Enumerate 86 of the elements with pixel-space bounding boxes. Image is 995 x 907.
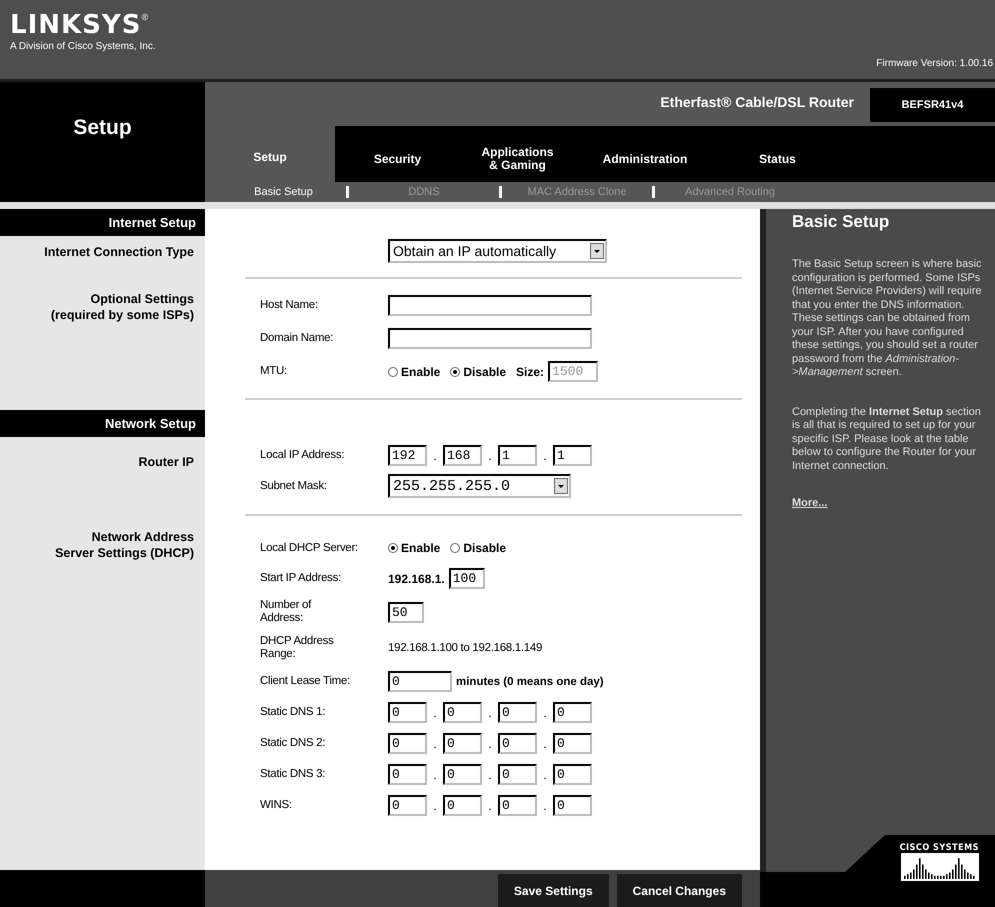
- octet-input[interactable]: 192: [388, 445, 427, 466]
- octet-input[interactable]: 0: [388, 733, 427, 754]
- radio-option[interactable]: Disable: [450, 364, 506, 378]
- radio-option[interactable]: Enable: [388, 541, 440, 555]
- octet-separator: .: [487, 798, 493, 812]
- octet-input[interactable]: 0: [498, 795, 537, 816]
- brand-logo: LINKSYS: [10, 12, 142, 38]
- octet-input[interactable]: 0: [498, 733, 537, 754]
- field-label: DHCP Address Range:: [260, 635, 335, 661]
- group-label: Optional Settings (required by some ISPs): [50, 291, 195, 323]
- model-label: BEFSR41v4: [870, 88, 995, 122]
- field-label: Start IP Address:: [260, 572, 342, 585]
- octet-input[interactable]: 0: [498, 764, 537, 785]
- dropdown[interactable]: Obtain an IP automatically: [388, 239, 607, 263]
- octet-separator: .: [432, 798, 438, 812]
- field-label: Subnet Mask:: [260, 480, 328, 492]
- octet-input[interactable]: 0: [553, 764, 592, 785]
- octet-separator: .: [487, 448, 493, 462]
- octet-input[interactable]: 0: [443, 733, 482, 754]
- field-label: Local DHCP Server:: [260, 542, 359, 554]
- octet-separator: .: [432, 736, 438, 750]
- page-title: Setup: [73, 116, 132, 141]
- bridge-bars-icon: [901, 853, 979, 881]
- octet-input[interactable]: 0: [498, 702, 537, 723]
- octet-separator: .: [487, 736, 493, 750]
- octet-input[interactable]: 0: [443, 764, 482, 785]
- octet-separator: .: [542, 706, 548, 720]
- octet-separator: .: [487, 768, 493, 782]
- registered-mark: ®: [141, 12, 148, 22]
- help-text: Completing the Internet Setup section is all that is required to set up for your specific ISP. Please look at the table below to configure the Router for your Internet connection.: [792, 406, 982, 473]
- text-input[interactable]: [388, 295, 592, 316]
- field-label: Client Lease Time:: [260, 675, 351, 688]
- address-range: 192.168.1.100 to 192.168.1.149: [388, 642, 542, 654]
- section-heading: Network Setup: [0, 410, 207, 437]
- help-text: The Basic Setup screen is where basic configuration is performed. Some ISPs (Internet Service Providers) will require that you enter the DNS information. These settings can be obtained from your ISP. After you have configured these settings, you should set a router password from the Administration->Management screen.: [792, 258, 983, 380]
- cancel-button[interactable]: Cancel Changes: [616, 874, 742, 907]
- octet-input[interactable]: 0: [553, 733, 592, 754]
- text-input[interactable]: 0: [388, 671, 452, 692]
- octet-separator: .: [542, 768, 548, 782]
- octet-separator: .: [432, 706, 438, 720]
- octet-input[interactable]: 1: [498, 445, 537, 466]
- field-label: Static DNS 2:: [260, 737, 326, 750]
- tagline: A Division of Cisco Systems, Inc.: [10, 41, 156, 52]
- octet-input[interactable]: 0: [388, 764, 427, 785]
- section-heading: Internet Setup: [0, 209, 207, 236]
- field-label: Number of Address:: [260, 599, 312, 625]
- octet-separator: .: [487, 706, 493, 720]
- product-name: Etherfast® Cable/DSL Router: [660, 94, 854, 110]
- octet-input[interactable]: 0: [443, 702, 482, 723]
- octet-input[interactable]: 0: [553, 795, 592, 816]
- note-text: minutes (0 means one day): [456, 676, 604, 688]
- vendor-logo-text: CISCO SYSTEMS: [900, 843, 979, 853]
- field-label: Domain Name:: [260, 332, 334, 345]
- octet-input[interactable]: 1: [553, 445, 592, 466]
- more-link[interactable]: More...: [792, 497, 828, 509]
- octet-separator: .: [432, 448, 438, 462]
- group-label: Router IP: [137, 454, 195, 470]
- group-label: Network Address Server Settings (DHCP): [54, 529, 195, 561]
- octet-input[interactable]: 168: [443, 445, 482, 466]
- radio-option[interactable]: Enable: [388, 364, 440, 378]
- sub-tab[interactable]: Basic Setup: [221, 186, 346, 198]
- field-label: Static DNS 3:: [260, 768, 326, 781]
- field-label: MTU:: [260, 365, 288, 378]
- field-label: Static DNS 1:: [260, 706, 326, 719]
- octet-separator: .: [542, 736, 548, 750]
- field-label: Local IP Address:: [260, 449, 346, 462]
- save-button[interactable]: Save Settings: [498, 874, 609, 907]
- field-label: Host Name:: [260, 299, 319, 312]
- octet-input[interactable]: 0: [443, 795, 482, 816]
- text-input[interactable]: 100: [448, 568, 485, 589]
- field-label: WINS:: [260, 799, 293, 812]
- ip-prefix: 192.168.1.: [388, 572, 445, 586]
- firmware-version: Firmware Version: 1.00.16: [876, 58, 993, 69]
- octet-separator: .: [542, 448, 548, 462]
- dropdown[interactable]: 255.255.255.0: [388, 474, 571, 498]
- octet-separator: .: [432, 768, 438, 782]
- size-label: Size:: [516, 364, 544, 378]
- radio-option[interactable]: Disable: [450, 541, 506, 555]
- help-title: Basic Setup: [791, 212, 890, 232]
- group-label: Internet Connection Type: [43, 244, 195, 260]
- text-input[interactable]: 50: [388, 602, 424, 622]
- text-input[interactable]: [388, 328, 592, 349]
- octet-input[interactable]: 0: [388, 795, 427, 816]
- octet-input[interactable]: 0: [388, 702, 427, 723]
- octet-input[interactable]: 0: [553, 702, 592, 723]
- octet-separator: .: [542, 798, 548, 812]
